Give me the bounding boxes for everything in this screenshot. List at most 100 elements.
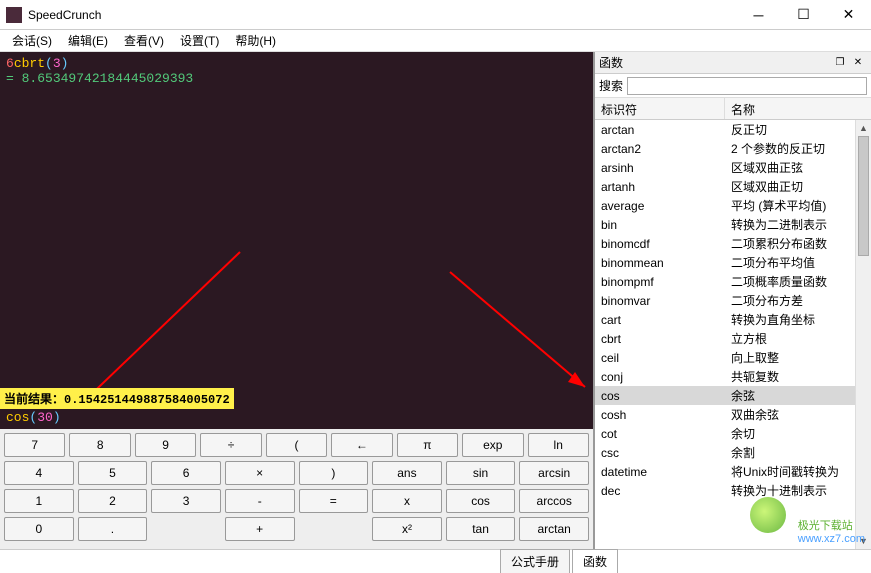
function-name: 二项分布方差 <box>725 291 871 310</box>
column-header-name[interactable]: 名称 <box>725 98 871 119</box>
function-row-binommean[interactable]: binommean二项分布平均值 <box>595 253 871 272</box>
function-name: 二项分布平均值 <box>725 253 871 272</box>
function-name: 共轭复数 <box>725 367 871 386</box>
function-row-arctan2[interactable]: arctan22 个参数的反正切 <box>595 139 871 158</box>
key-arctan[interactable]: arctan <box>519 517 589 541</box>
key-cos[interactable]: cos <box>446 489 516 513</box>
key-2[interactable]: 2 <box>78 489 148 513</box>
function-id: average <box>595 198 725 214</box>
console-expression: 6cbrt(3) <box>6 56 587 71</box>
function-row-bin[interactable]: bin转换为二进制表示 <box>595 215 871 234</box>
key-x[interactable]: x <box>372 489 442 513</box>
close-panel-icon[interactable]: ✕ <box>849 54 867 72</box>
function-id: ceil <box>595 350 725 366</box>
function-name: 2 个参数的反正切 <box>725 139 871 158</box>
function-name: 转换为直角坐标 <box>725 310 871 329</box>
function-row-binomvar[interactable]: binomvar二项分布方差 <box>595 291 871 310</box>
function-name: 余割 <box>725 443 871 462</box>
key-ans[interactable]: ans <box>372 461 442 485</box>
function-row-artanh[interactable]: artanh区域双曲正切 <box>595 177 871 196</box>
function-row-conj[interactable]: conj共轭复数 <box>595 367 871 386</box>
function-row-ceil[interactable]: ceil向上取整 <box>595 348 871 367</box>
column-header-id[interactable]: 标识符 <box>595 98 725 119</box>
scroll-down-icon[interactable]: ▼ <box>856 533 871 549</box>
function-id: artanh <box>595 179 725 195</box>
key-8[interactable]: 8 <box>69 433 130 457</box>
function-name: 双曲余弦 <box>725 405 871 424</box>
key-exp[interactable]: exp <box>462 433 523 457</box>
function-id: arsinh <box>595 160 725 176</box>
menu-session[interactable]: 会话(S) <box>4 30 60 51</box>
function-row-binompmf[interactable]: binompmf二项概率质量函数 <box>595 272 871 291</box>
maximize-button[interactable]: ☐ <box>781 0 826 30</box>
key-6[interactable]: 6 <box>151 461 221 485</box>
bottom-tabs: 公式手册 函数 <box>0 549 871 573</box>
key-([interactable]: ( <box>266 433 327 457</box>
function-id: binomcdf <box>595 236 725 252</box>
function-id: binompmf <box>595 274 725 290</box>
key-arccos[interactable]: arccos <box>519 489 589 513</box>
function-id: binomvar <box>595 293 725 309</box>
current-result-label: 当前结果： <box>4 393 64 407</box>
dock-icon[interactable]: ❐ <box>831 54 849 72</box>
key-7[interactable]: 7 <box>4 433 65 457</box>
key-×[interactable]: × <box>225 461 295 485</box>
expression-input[interactable]: cos(30) <box>0 409 593 429</box>
key-arcsin[interactable]: arcsin <box>519 461 589 485</box>
function-name: 二项累积分布函数 <box>725 234 871 253</box>
function-row-cbrt[interactable]: cbrt立方根 <box>595 329 871 348</box>
function-id: conj <box>595 369 725 385</box>
key-ln[interactable]: ln <box>528 433 589 457</box>
key-tan[interactable]: tan <box>446 517 516 541</box>
key-9[interactable]: 9 <box>135 433 196 457</box>
function-name: 转换为二进制表示 <box>725 215 871 234</box>
menu-settings[interactable]: 设置(T) <box>172 30 227 51</box>
key-π[interactable]: π <box>397 433 458 457</box>
function-row-arsinh[interactable]: arsinh区域双曲正弦 <box>595 158 871 177</box>
key-3[interactable]: 3 <box>151 489 221 513</box>
key-5[interactable]: 5 <box>78 461 148 485</box>
function-id: binommean <box>595 255 725 271</box>
function-row-arctan[interactable]: arctan反正切 <box>595 120 871 139</box>
key-=[interactable]: = <box>299 489 369 513</box>
function-row-binomcdf[interactable]: binomcdf二项累积分布函数 <box>595 234 871 253</box>
key-÷[interactable]: ÷ <box>200 433 261 457</box>
key-←[interactable]: ← <box>331 433 392 457</box>
key-)[interactable]: ) <box>299 461 369 485</box>
minimize-button[interactable]: ─ <box>736 0 781 30</box>
function-row-cot[interactable]: cot余切 <box>595 424 871 443</box>
scrollbar[interactable]: ▲ ▼ <box>855 120 871 549</box>
function-row-cart[interactable]: cart转换为直角坐标 <box>595 310 871 329</box>
key-1[interactable]: 1 <box>4 489 74 513</box>
tab-functions[interactable]: 函数 <box>572 549 618 573</box>
menu-view[interactable]: 查看(V) <box>116 30 172 51</box>
key-sin[interactable]: sin <box>446 461 516 485</box>
function-row-dec[interactable]: dec转换为十进制表示 <box>595 481 871 500</box>
keypad: 789÷(←πexpln 456×)anssinarcsin 123-=xcosar… <box>0 429 593 549</box>
key-+[interactable]: + <box>225 517 295 541</box>
key-0[interactable]: 0 <box>4 517 74 541</box>
function-name: 区域双曲正弦 <box>725 158 871 177</box>
function-row-cosh[interactable]: cosh双曲余弦 <box>595 405 871 424</box>
search-row: 搜索 <box>595 74 871 98</box>
function-name: 平均 (算术平均值) <box>725 196 871 215</box>
console-output[interactable]: 6cbrt(3) = 8.65349742184445029393 当前结果：0… <box>0 52 593 409</box>
function-row-datetime[interactable]: datetime将Unix时间戳转换为 <box>595 462 871 481</box>
function-row-csc[interactable]: csc余割 <box>595 443 871 462</box>
key--[interactable]: - <box>225 489 295 513</box>
scroll-up-icon[interactable]: ▲ <box>856 120 871 136</box>
key-4[interactable]: 4 <box>4 461 74 485</box>
key-x²[interactable]: x² <box>372 517 442 541</box>
search-input[interactable] <box>627 77 867 95</box>
menu-edit[interactable]: 编辑(E) <box>60 30 116 51</box>
window-title: SpeedCrunch <box>28 8 736 22</box>
menu-help[interactable]: 帮助(H) <box>227 30 284 51</box>
function-row-cos[interactable]: cos余弦 <box>595 386 871 405</box>
function-id: dec <box>595 483 725 499</box>
scroll-thumb[interactable] <box>858 136 869 256</box>
tab-formula-manual[interactable]: 公式手册 <box>500 549 570 573</box>
function-row-average[interactable]: average平均 (算术平均值) <box>595 196 871 215</box>
function-id: cbrt <box>595 331 725 347</box>
close-button[interactable]: ✕ <box>826 0 871 30</box>
key-.[interactable]: . <box>78 517 148 541</box>
